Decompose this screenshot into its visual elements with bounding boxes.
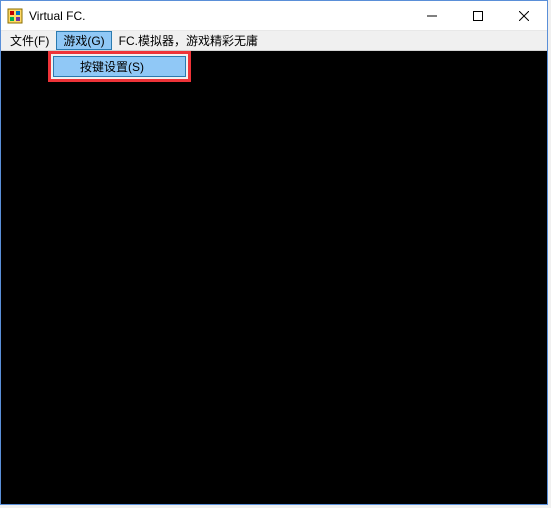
minimize-button[interactable] (409, 1, 455, 30)
dropdown-inner: 按键设置(S) (51, 54, 188, 79)
titlebar: Virtual FC. (1, 1, 547, 31)
app-icon (7, 8, 23, 24)
content-area: 按键设置(S) (1, 51, 547, 504)
game-dropdown: 按键设置(S) (48, 51, 191, 82)
window-controls (409, 1, 547, 30)
maximize-button[interactable] (455, 1, 501, 30)
window-title: Virtual FC. (29, 9, 85, 23)
titlebar-left: Virtual FC. (7, 8, 85, 24)
menu-emulator-info[interactable]: FC.模拟器，游戏精彩无庸 (112, 31, 265, 50)
menu-game[interactable]: 游戏(G) (56, 31, 111, 50)
menu-file[interactable]: 文件(F) (3, 31, 56, 50)
app-window: Virtual FC. 文件(F) 游戏(G) FC.模拟器，游戏精彩无庸 按键… (0, 0, 548, 505)
menubar: 文件(F) 游戏(G) FC.模拟器，游戏精彩无庸 (1, 31, 547, 51)
close-button[interactable] (501, 1, 547, 30)
menu-key-settings[interactable]: 按键设置(S) (53, 56, 186, 77)
